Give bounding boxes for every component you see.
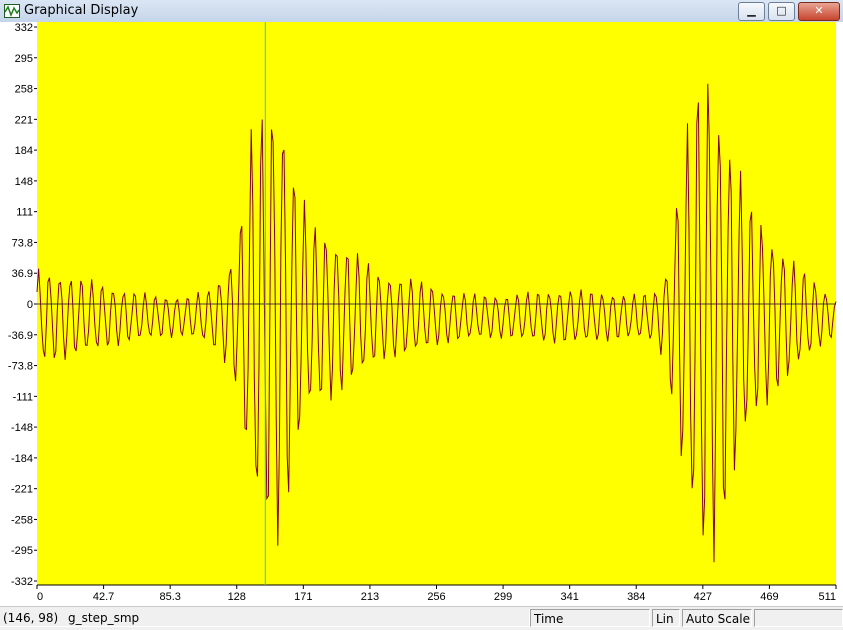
title-bar: Graphical Display ▁ □ ✕ xyxy=(0,0,843,23)
y-tick-label: -221 xyxy=(11,484,33,496)
variable-name: g_step_smp xyxy=(68,611,140,625)
waveform-plot[interactable]: 332 295 258 221 184 148 111 73.8 36.9 0 -36.9 -73.8… xyxy=(0,22,843,606)
status-bar: (146, 98) g_step_smp Time Lin Auto Scale xyxy=(0,606,843,630)
y-tick-label: 111 xyxy=(16,207,33,219)
y-tick-label: 258 xyxy=(15,84,33,96)
x-tick-label: 469 xyxy=(760,591,778,603)
x-tick-label: 85.3 xyxy=(159,591,180,603)
y-tick-label: -111 xyxy=(13,391,33,403)
maximize-button[interactable]: □ xyxy=(768,2,795,21)
x-tick-label: 511 xyxy=(818,591,836,603)
x-tick-label: 0 xyxy=(37,591,43,603)
x-tick-label: 299 xyxy=(494,591,512,603)
y-tick-label: -332 xyxy=(11,576,33,588)
auto-scale-indicator[interactable]: Auto Scale xyxy=(682,609,752,627)
y-tick-label: 0 xyxy=(27,299,33,311)
y-tick-label: 36.9 xyxy=(12,268,33,280)
window-title: Graphical Display xyxy=(24,3,139,18)
y-tick-label: 73.8 xyxy=(12,237,33,249)
x-tick-label: 42.7 xyxy=(93,591,114,603)
minimize-button[interactable]: ▁ xyxy=(738,2,765,21)
status-empty-cell xyxy=(754,609,843,627)
x-tick-label: 427 xyxy=(694,591,712,603)
x-tick-label: 128 xyxy=(228,591,246,603)
x-tick-label: 384 xyxy=(627,591,645,603)
y-tick-label: 148 xyxy=(15,176,33,188)
scale-type-indicator[interactable]: Lin xyxy=(652,609,680,627)
y-tick-label: 295 xyxy=(15,53,33,65)
cursor-coordinates: (146, 98) xyxy=(3,611,59,625)
y-tick-label: 332 xyxy=(15,22,33,34)
y-tick-label: -295 xyxy=(11,545,33,557)
x-tick-label: 256 xyxy=(427,591,445,603)
waveform-app-icon xyxy=(4,4,20,18)
x-tick-label: 341 xyxy=(560,591,578,603)
y-tick-label: -36.9 xyxy=(8,330,33,342)
y-tick-label: 221 xyxy=(15,114,33,126)
y-tick-label: -258 xyxy=(11,514,33,526)
y-tick-label: -148 xyxy=(11,422,33,434)
status-coords-cell: (146, 98) g_step_smp xyxy=(0,609,530,627)
y-tick-label: -184 xyxy=(11,453,33,465)
x-tick-label: 171 xyxy=(294,591,312,603)
y-tick-label: -73.8 xyxy=(8,361,33,373)
x-mode-indicator[interactable]: Time xyxy=(530,609,650,627)
x-tick-label: 213 xyxy=(361,591,379,603)
close-button[interactable]: ✕ xyxy=(798,2,840,21)
y-tick-label: 184 xyxy=(15,145,33,157)
